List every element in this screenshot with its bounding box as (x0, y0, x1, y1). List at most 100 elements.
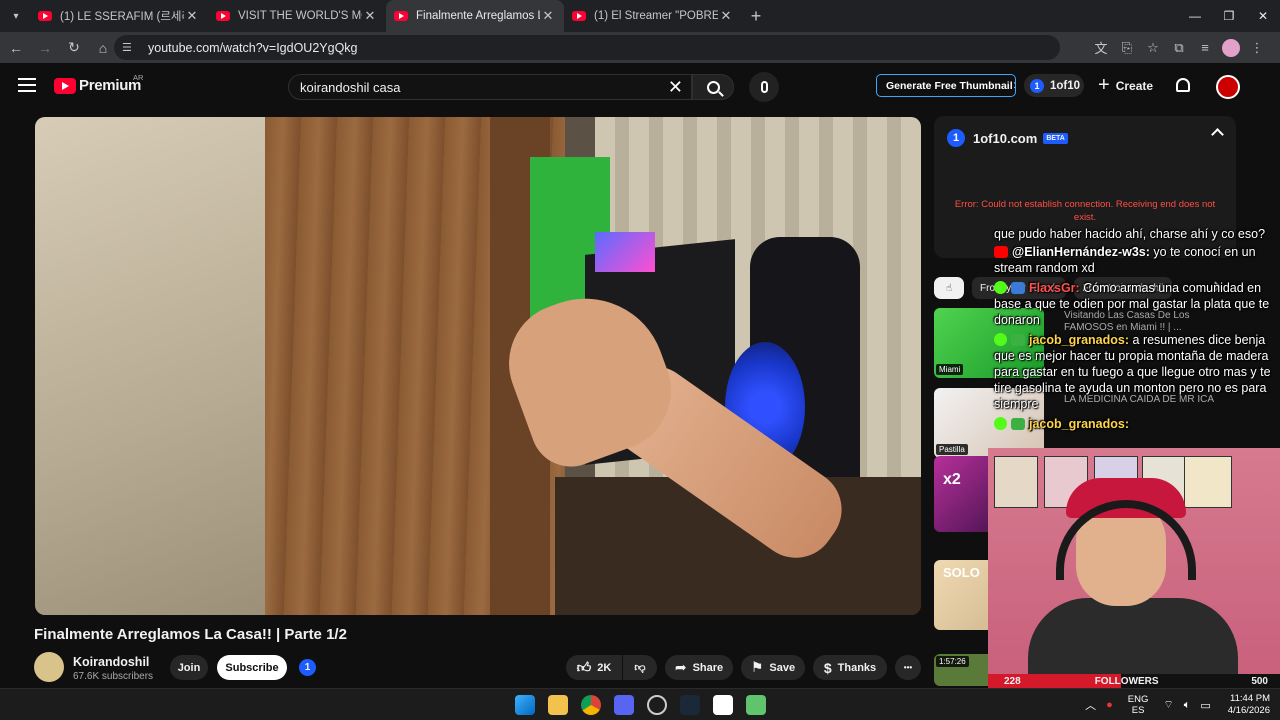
network-icon[interactable]: ⌔ (1163, 698, 1173, 712)
clock[interactable]: 11:44 PM 4/16/2026 (1228, 693, 1270, 717)
voice-search-button[interactable] (749, 72, 779, 102)
more-actions-button[interactable]: ••• (895, 655, 921, 680)
browser-tab-strip: ▾ (1) LE SSERAFIM (르세라핌) 'Co ✕ VISIT THE… (0, 0, 1280, 32)
browser-tab[interactable]: (1) El Streamer "POBRE" Más M ✕ (564, 0, 742, 32)
subscriber-badge-icon (1011, 418, 1025, 430)
channel-name[interactable]: Koirandoshil (73, 655, 149, 669)
wall-poster (1184, 456, 1232, 508)
collapse-chevron-icon[interactable] (1211, 128, 1224, 141)
obs-icon[interactable] (647, 695, 667, 715)
1of10-icon: 1 (947, 129, 965, 147)
thanks-button[interactable]: $ Thanks (813, 655, 887, 680)
verified-badge-icon (1011, 282, 1025, 294)
create-button[interactable]: + Create (1098, 74, 1153, 97)
thumbnail-tag: 1:57:26 (936, 656, 969, 667)
steam-icon[interactable] (680, 695, 700, 715)
tab-close-icon[interactable]: ✕ (718, 8, 734, 24)
profile-avatar[interactable] (1222, 38, 1240, 57)
follower-label: FOLLOWERS (1094, 675, 1159, 687)
tab-search-button[interactable]: ▾ (2, 4, 30, 28)
channel-avatar[interactable] (34, 652, 64, 682)
subscriber-badge-icon (1011, 334, 1025, 346)
tab-close-icon[interactable]: ✕ (540, 8, 556, 24)
extensions-icon[interactable]: ⧉ (1166, 40, 1192, 56)
1of10-extension-button[interactable]: 1 1of10 (1024, 74, 1084, 97)
tab-title: VISIT THE WORLD'S MOST HU (238, 10, 362, 22)
logo-text: Premium (79, 77, 142, 94)
save-button[interactable]: ⚑ Save (741, 655, 805, 680)
tab-title: Finalmente Arreglamos La Casa (416, 10, 540, 22)
browser-tab-active[interactable]: Finalmente Arreglamos La Casa ✕ (386, 0, 564, 32)
site-info-icon[interactable]: ☰ (122, 41, 142, 54)
new-tab-button[interactable]: + (742, 6, 770, 27)
url-text: youtube.com/watch?v=IgdOU2YgQkg (148, 40, 358, 55)
thumbs-down-icon: 👎︎ (634, 662, 646, 674)
save-label: Save (769, 661, 796, 674)
back-icon[interactable]: ← (3, 35, 29, 61)
dislike-button[interactable]: 👎︎ (623, 655, 657, 680)
chip-hand[interactable]: ☝ (934, 277, 964, 299)
youtube-premium-logo[interactable]: Premium AR (54, 73, 143, 94)
search-button[interactable] (692, 74, 734, 100)
generate-thumbnail-label: Generate Free Thumbnail (886, 79, 1013, 92)
app-icon[interactable] (746, 695, 766, 715)
clear-search-icon[interactable]: ✕ (668, 77, 683, 98)
youtube-header: Premium AR koirandoshil casa ✕ Generate … (0, 64, 1280, 110)
file-explorer-icon[interactable] (548, 695, 568, 715)
subscribe-button[interactable]: Subscribe (217, 655, 287, 680)
account-avatar[interactable] (1216, 75, 1240, 99)
kick-badge-icon (994, 333, 1007, 346)
media-icon[interactable]: ≡ (1192, 40, 1218, 55)
panel-title: 1of10.com (973, 130, 1038, 146)
battery-icon[interactable]: ▭ (1200, 699, 1210, 712)
close-window-icon[interactable]: ✕ (1246, 0, 1280, 32)
browser-menu-icon[interactable]: ⋮ (1244, 40, 1270, 56)
tab-close-icon[interactable]: ✕ (362, 8, 378, 24)
start-icon[interactable] (515, 695, 535, 715)
chevron-up-icon[interactable]: ︿ (1085, 697, 1096, 713)
share-button[interactable]: ➦ Share (665, 655, 733, 680)
cast-icon[interactable]: ⎘ (1114, 40, 1140, 56)
video-title: Finalmente Arreglamos La Casa!! | Parte … (34, 626, 347, 643)
stream-chat-overlay: que pudo haber hacido ahí, charse ahí y … (994, 226, 1280, 432)
reload-icon[interactable]: ↻ (61, 35, 87, 61)
translate-icon[interactable]: 文 (1088, 38, 1114, 57)
window-controls: — ❐ ✕ (1178, 0, 1280, 32)
menu-icon[interactable] (18, 78, 36, 92)
chat-message: FlaxsGr: Cómo armas una comunidad en bas… (994, 280, 1280, 328)
discord-icon[interactable] (614, 695, 634, 715)
follower-goal-bar: 228 FOLLOWERS 500 (988, 674, 1280, 688)
browser-tab[interactable]: (1) LE SSERAFIM (르세라핌) 'Co ✕ (30, 0, 208, 32)
beta-badge: BETA (1043, 132, 1068, 144)
notifications-bell-icon[interactable] (1176, 78, 1190, 92)
forward-icon[interactable]: → (32, 35, 58, 61)
language-indicator[interactable]: ENG ES (1128, 694, 1149, 716)
maximize-icon[interactable]: ❐ (1212, 0, 1246, 32)
like-button[interactable]: 👍︎ 2K (566, 655, 622, 680)
generate-thumbnail-button[interactable]: Generate Free Thumbnail ✕ (876, 74, 1016, 97)
bookmark-star-icon[interactable]: ☆ (1140, 40, 1166, 56)
join-button[interactable]: Join (170, 655, 208, 680)
thanks-label: Thanks (837, 661, 877, 674)
plus-icon: + (1098, 74, 1110, 96)
video-player[interactable] (35, 117, 921, 615)
minimize-icon[interactable]: — (1178, 0, 1212, 32)
chrome-icon[interactable] (581, 695, 601, 715)
home-icon[interactable]: ⌂ (90, 35, 116, 61)
tab-close-icon[interactable]: ✕ (184, 8, 200, 24)
browser-tab[interactable]: VISIT THE WORLD'S MOST HU ✕ (208, 0, 386, 32)
windows-taskbar: ︿ ● ENG ES ⌔ 🔈︎ ▭ 11:44 PM 4/16/2026 (0, 688, 1280, 720)
thumbnail-tag: SOLO (943, 565, 980, 580)
address-bar[interactable]: ☰ youtube.com/watch?v=IgdOU2YgQkg (114, 35, 1060, 60)
microphone-icon[interactable]: ● (1106, 699, 1113, 711)
volume-icon[interactable]: 🔈︎ (1184, 699, 1191, 712)
notion-icon[interactable] (713, 695, 733, 715)
chat-message: jacob_granados: a resumenes dice benja q… (994, 332, 1280, 412)
search-input[interactable]: koirandoshil casa ✕ (288, 74, 692, 100)
close-icon[interactable]: ✕ (1013, 80, 1015, 92)
streamer-shirt (1028, 598, 1238, 674)
video-frame-wall (35, 117, 285, 615)
tab-title: (1) El Streamer "POBRE" Más M (594, 10, 718, 22)
chat-message: que pudo haber hacido ahí, charse ahí y … (994, 226, 1280, 242)
1of10-badge[interactable]: 1 (299, 659, 316, 676)
